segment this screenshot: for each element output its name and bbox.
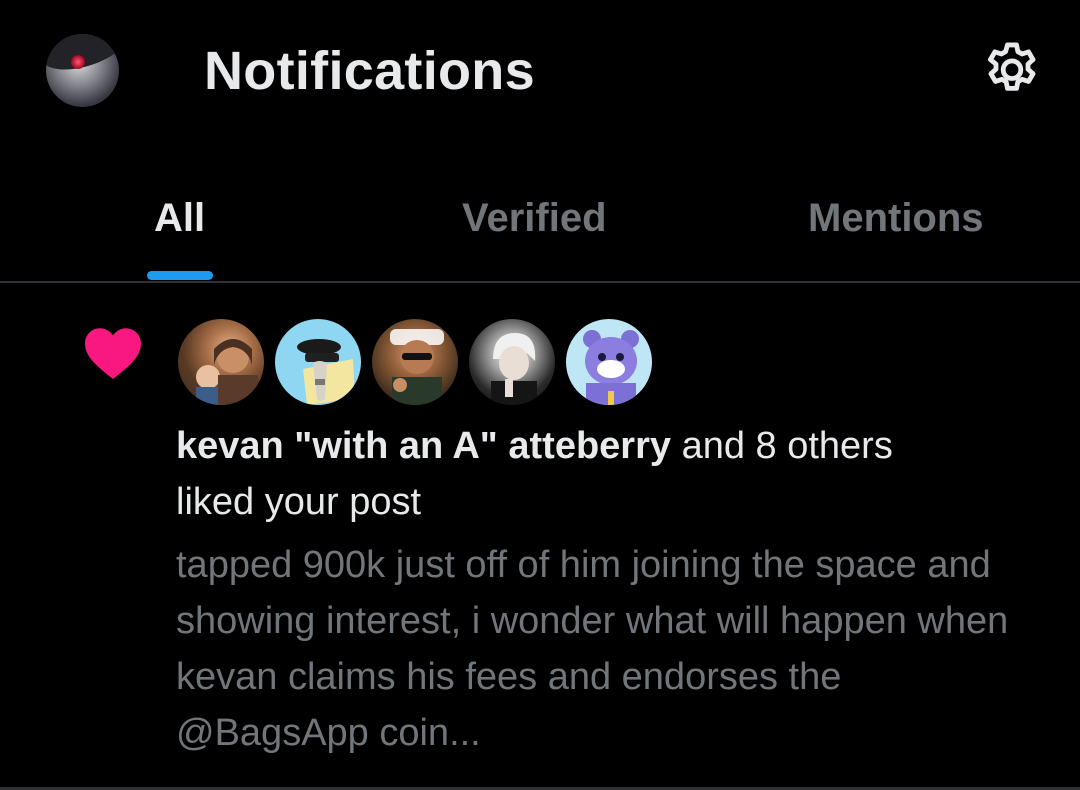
actor-name[interactable]: kevan "with an A" atteberry (176, 425, 671, 467)
liker-avatar[interactable] (467, 317, 557, 407)
heart-icon (85, 328, 141, 379)
notification-item[interactable]: kevan "with an A" atteberry and 8 others… (0, 285, 1080, 790)
post-preview[interactable]: tapped 900k just off of him joining the … (176, 537, 1036, 761)
tab-verified[interactable]: Verified (462, 196, 607, 241)
header: Notifications (0, 0, 1080, 150)
tab-mentions[interactable]: Mentions (808, 196, 984, 241)
tab-all[interactable]: All (154, 196, 205, 241)
page-title: Notifications (204, 41, 535, 101)
liker-avatar-photo (297, 339, 355, 405)
liker-avatar[interactable] (176, 317, 266, 407)
notification-action: liked your post (176, 481, 422, 523)
gear-icon[interactable] (980, 38, 1044, 102)
liker-avatar[interactable] (273, 317, 363, 407)
liker-avatar-photo (390, 329, 444, 405)
others-count: and 8 others (671, 425, 893, 467)
notification-tabs: All Verified Mentions (0, 150, 1080, 283)
avatar-eye (71, 55, 85, 69)
notification-summary: kevan "with an A" atteberry and 8 others (176, 425, 893, 468)
liker-avatar-photo (491, 333, 537, 405)
liker-avatar-photo (196, 339, 258, 405)
liker-avatar[interactable] (564, 317, 654, 407)
active-tab-indicator (147, 271, 213, 280)
profile-avatar[interactable] (46, 34, 119, 107)
liker-avatar[interactable] (370, 317, 460, 407)
liker-avatar-photo (583, 330, 639, 405)
